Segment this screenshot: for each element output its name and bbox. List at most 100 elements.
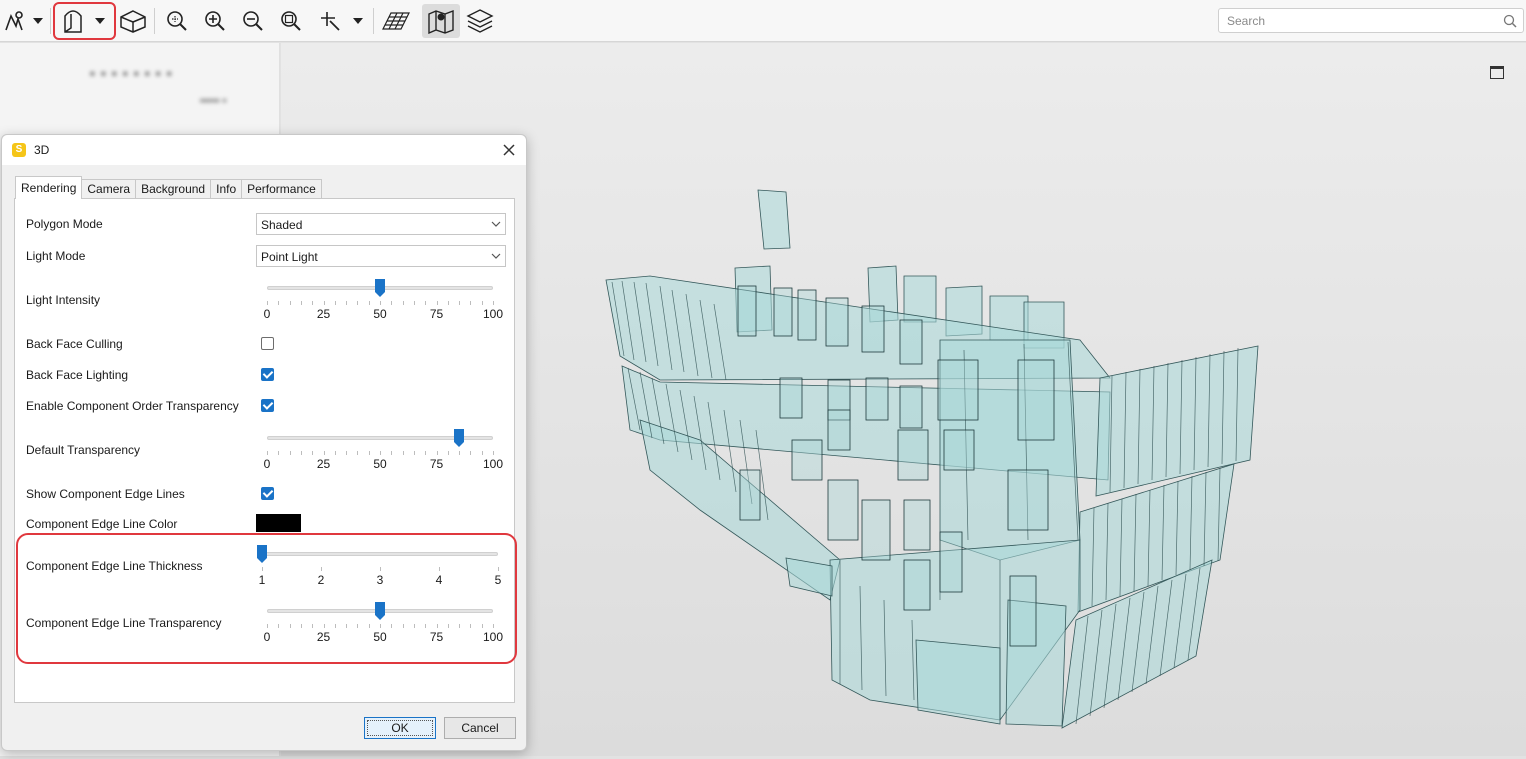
zoom-extents-icon[interactable] — [164, 4, 190, 38]
back-face-lighting-label: Back Face Lighting — [26, 368, 129, 382]
slider-tick-label: 0 — [263, 457, 271, 471]
grid-plane-icon[interactable] — [380, 4, 412, 38]
map-icon[interactable] — [422, 4, 460, 38]
edge-line-transparency-label: Component Edge Line Transparency — [26, 616, 222, 630]
slider-tick — [289, 624, 291, 628]
chevron-down-icon[interactable] — [350, 4, 366, 38]
slider-tick — [300, 301, 302, 305]
slider-tick — [436, 451, 438, 455]
cube-icon[interactable] — [118, 4, 148, 38]
slider-tick-label: 2 — [317, 573, 325, 587]
slider-tick-label: 100 — [482, 307, 504, 321]
slider-tick — [289, 301, 291, 305]
slider-thumb[interactable] — [375, 279, 385, 297]
cancel-button[interactable]: Cancel — [444, 717, 516, 739]
slider-tick — [346, 624, 348, 628]
chevron-down-icon — [491, 253, 501, 259]
show-edge-lines-checkbox[interactable] — [261, 487, 274, 500]
slider-tick — [380, 567, 381, 571]
slider-tick — [470, 624, 472, 628]
slider-tick-label: 3 — [376, 573, 384, 587]
slider-tick — [323, 301, 325, 305]
default-transparency-slider[interactable]: 0 25 50 75 100 — [263, 429, 503, 473]
3d-settings-dialog: S 3D Rendering Camera Background Info Pe… — [1, 134, 527, 751]
tab-rendering[interactable]: Rendering — [15, 176, 83, 199]
slider-thumb[interactable] — [257, 545, 267, 563]
select-tool-icon[interactable] — [316, 4, 344, 38]
tab-background[interactable]: Background — [135, 179, 212, 199]
slider-tick — [300, 451, 302, 455]
edge-line-thickness-label: Component Edge Line Thickness — [26, 559, 203, 573]
pin-tool-icon[interactable] — [0, 4, 28, 38]
main-toolbar — [0, 0, 1526, 42]
light-mode-label: Light Mode — [26, 249, 86, 263]
slider-tick — [321, 567, 322, 571]
slider-tick — [425, 624, 427, 628]
slider-tick-label: 75 — [429, 457, 444, 471]
back-face-lighting-checkbox[interactable] — [261, 368, 274, 381]
slider-tick — [481, 451, 483, 455]
slider-tick — [357, 624, 359, 628]
zoom-window-icon[interactable] — [278, 4, 304, 38]
slider-tick — [267, 624, 268, 628]
edge-line-transparency-slider[interactable]: 0 25 50 75 100 — [264, 602, 503, 646]
slider-track[interactable] — [262, 552, 498, 556]
slider-tick — [413, 624, 415, 628]
slider-tick — [278, 624, 280, 628]
slider-tick — [493, 301, 494, 305]
slider-thumb[interactable] — [375, 602, 385, 620]
slider-tick — [278, 301, 280, 305]
edge-line-thickness-slider[interactable]: 1 2 3 4 5 — [257, 545, 501, 589]
slider-tick-label: 50 — [373, 307, 387, 321]
slider-tick — [493, 624, 494, 628]
polygon-mode-select[interactable]: Shaded — [256, 213, 506, 235]
slider-tick-label: 1 — [258, 573, 266, 587]
slider-tick — [402, 624, 404, 628]
tab-performance[interactable]: Performance — [241, 179, 322, 199]
edge-line-color-swatch[interactable] — [256, 514, 301, 532]
close-icon[interactable] — [500, 141, 518, 159]
maximize-icon[interactable] — [1490, 66, 1504, 79]
tab-bar: Rendering Camera Background Info Perform… — [15, 176, 322, 199]
tab-camera[interactable]: Camera — [81, 179, 137, 199]
back-face-culling-checkbox[interactable] — [261, 337, 274, 350]
layers-icon[interactable] — [463, 4, 497, 38]
slider-tick-label: 75 — [429, 630, 444, 644]
slider-tick — [312, 451, 314, 455]
zoom-in-icon[interactable] — [202, 4, 228, 38]
back-face-culling-label: Back Face Culling — [26, 337, 123, 351]
zoom-out-icon[interactable] — [240, 4, 266, 38]
slider-tick — [493, 451, 494, 455]
polygon-mode-label: Polygon Mode — [26, 217, 103, 231]
slider-tick-label: 4 — [435, 573, 443, 587]
default-transparency-label: Default Transparency — [26, 443, 141, 457]
light-intensity-slider[interactable]: 0 25 50 75 100 — [263, 279, 503, 323]
blurred-label: ▪▪▪▪▪ ▪ — [200, 95, 227, 107]
slider-tick — [447, 451, 449, 455]
slider-tick — [481, 624, 483, 628]
slider-tick — [425, 301, 427, 305]
slider-tick — [439, 567, 440, 571]
slider-tick — [459, 624, 461, 628]
slider-tick — [368, 451, 370, 455]
slider-thumb[interactable] — [454, 429, 465, 447]
slider-tick — [391, 624, 393, 628]
slider-tick — [470, 301, 472, 305]
chevron-down-icon[interactable] — [30, 4, 46, 38]
dialog-titlebar: S 3D — [2, 135, 526, 165]
slider-tick-label: 50 — [373, 630, 387, 644]
slider-tick — [267, 301, 268, 305]
slider-tick — [346, 301, 348, 305]
slider-tick — [357, 451, 359, 455]
ok-button[interactable]: OK — [364, 717, 436, 739]
slider-tick-label: 0 — [263, 307, 271, 321]
slider-tick-label: 25 — [316, 457, 331, 471]
tab-info[interactable]: Info — [210, 179, 243, 199]
search-input[interactable] — [1225, 12, 1495, 30]
component-order-transparency-checkbox[interactable] — [261, 399, 274, 412]
search-icon[interactable] — [1503, 14, 1517, 28]
slider-tick-label: 100 — [482, 630, 504, 644]
light-mode-select[interactable]: Point Light — [256, 245, 506, 267]
slider-tick — [459, 301, 461, 305]
component-order-transparency-label: Enable Component Order Transparency — [26, 399, 239, 413]
